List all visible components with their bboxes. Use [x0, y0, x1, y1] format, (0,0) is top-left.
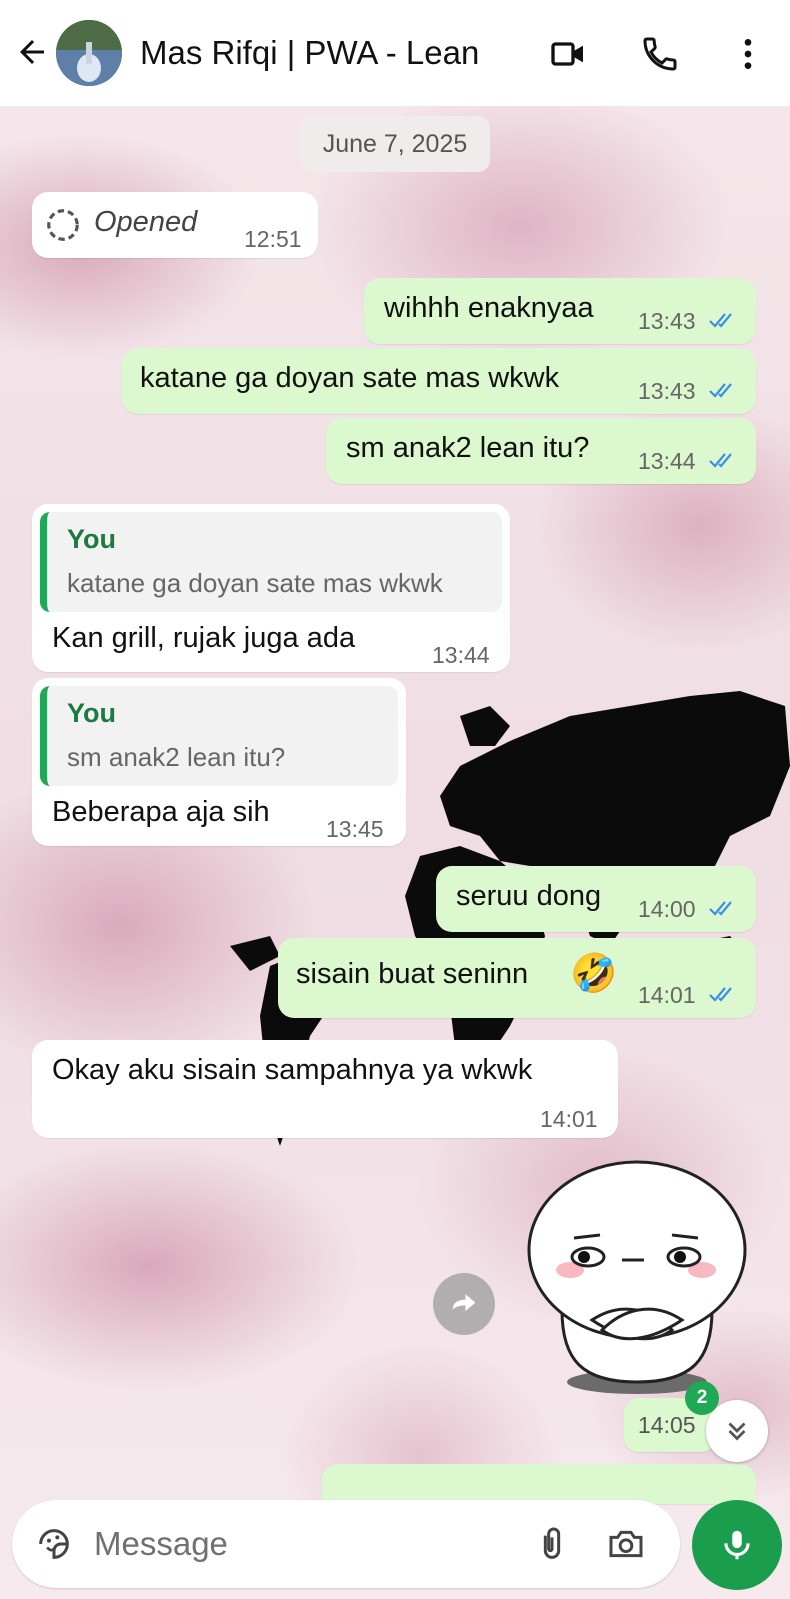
quote-text: katane ga doyan sate mas wkwk [67, 568, 443, 598]
read-ticks-icon [709, 313, 732, 328]
sticker-icon[interactable] [34, 1524, 74, 1564]
message-text: Kan grill, rujak juga ada [52, 622, 356, 654]
contact-name[interactable]: Mas Rifqi | PWA - Lean [140, 34, 479, 72]
avatar-photo [56, 20, 122, 86]
message-bubble-outgoing[interactable]: sm anak2 lean itu? 13:44 [326, 418, 756, 484]
scroll-to-bottom-button[interactable] [706, 1400, 768, 1462]
message-bubble-outgoing-partial [322, 1464, 756, 1504]
message-bubble-incoming[interactable]: You katane ga doyan sate mas wkwk Kan gr… [32, 504, 510, 672]
message-time: 14:05 [638, 1412, 696, 1438]
voice-message-button[interactable] [692, 1500, 782, 1590]
quote-author: You [67, 698, 116, 728]
date-separator: June 7, 2025 [300, 116, 490, 172]
forward-button[interactable] [433, 1273, 495, 1335]
message-time: 13:43 [638, 378, 696, 404]
message-bubble-incoming[interactable]: Opened 12:51 [32, 192, 318, 258]
message-time: 12:51 [244, 226, 302, 252]
video-camera-icon[interactable] [548, 34, 588, 74]
contact-avatar[interactable] [56, 20, 122, 86]
read-ticks-icon [709, 453, 732, 468]
read-ticks-icon [709, 901, 732, 916]
message-bubble-outgoing[interactable]: seruu dong 14:00 [436, 866, 756, 932]
camera-icon[interactable] [606, 1524, 646, 1564]
arrow-left-icon[interactable] [14, 34, 50, 70]
sticker-image[interactable] [522, 1160, 752, 1400]
message-text: Beberapa aja sih [52, 796, 270, 828]
message-text: seruu dong [456, 880, 602, 912]
message-text: sisain buat seninn [296, 958, 529, 990]
message-bubble-outgoing[interactable]: katane ga doyan sate mas wkwk 13:43 [122, 348, 756, 414]
message-bubble-incoming[interactable]: You sm anak2 lean itu? Beberapa aja sih … [32, 678, 406, 846]
message-bubble-incoming[interactable]: Okay aku sisain sampahnya ya wkwk 14:01 [32, 1040, 618, 1138]
unread-count-badge: 2 [685, 1381, 719, 1415]
paperclip-icon[interactable] [532, 1524, 572, 1564]
read-ticks-icon [709, 383, 732, 398]
chevron-double-down-icon [728, 1422, 746, 1441]
chat-header: Mas Rifqi | PWA - Lean [0, 0, 790, 106]
message-time: 14:01 [638, 982, 696, 1008]
message-time: 13:43 [638, 308, 696, 334]
rofl-emoji: 🤣 [570, 953, 618, 995]
message-text: wihhh enaknyaa [384, 292, 594, 324]
quote-text: sm anak2 lean itu? [67, 742, 286, 772]
message-time: 13:44 [638, 448, 696, 474]
message-time: 14:01 [540, 1106, 598, 1132]
message-composer [12, 1500, 680, 1588]
forward-icon [452, 1294, 476, 1312]
message-bubble-outgoing[interactable]: sisain buat seninn 🤣 14:01 [278, 938, 756, 1018]
message-input[interactable] [94, 1522, 514, 1566]
quoted-message[interactable]: You sm anak2 lean itu? [40, 686, 398, 786]
message-text: Okay aku sisain sampahnya ya wkwk [52, 1054, 533, 1086]
more-vertical-icon[interactable] [728, 34, 768, 74]
quoted-message[interactable]: You katane ga doyan sate mas wkwk [40, 512, 502, 612]
message-time: 13:44 [432, 642, 490, 668]
message-time: 14:00 [638, 896, 696, 922]
phone-icon[interactable] [640, 34, 680, 74]
message-bubble-outgoing[interactable]: wihhh enaknyaa 13:43 [364, 278, 756, 344]
quote-author: You [67, 524, 116, 554]
message-time: 13:45 [326, 816, 384, 842]
view-once-icon [47, 209, 79, 241]
message-text: sm anak2 lean itu? [346, 432, 590, 464]
message-text: Opened [94, 206, 198, 238]
read-ticks-icon [709, 987, 732, 1002]
message-text: katane ga doyan sate mas wkwk [140, 362, 560, 394]
microphone-icon [724, 1530, 750, 1560]
